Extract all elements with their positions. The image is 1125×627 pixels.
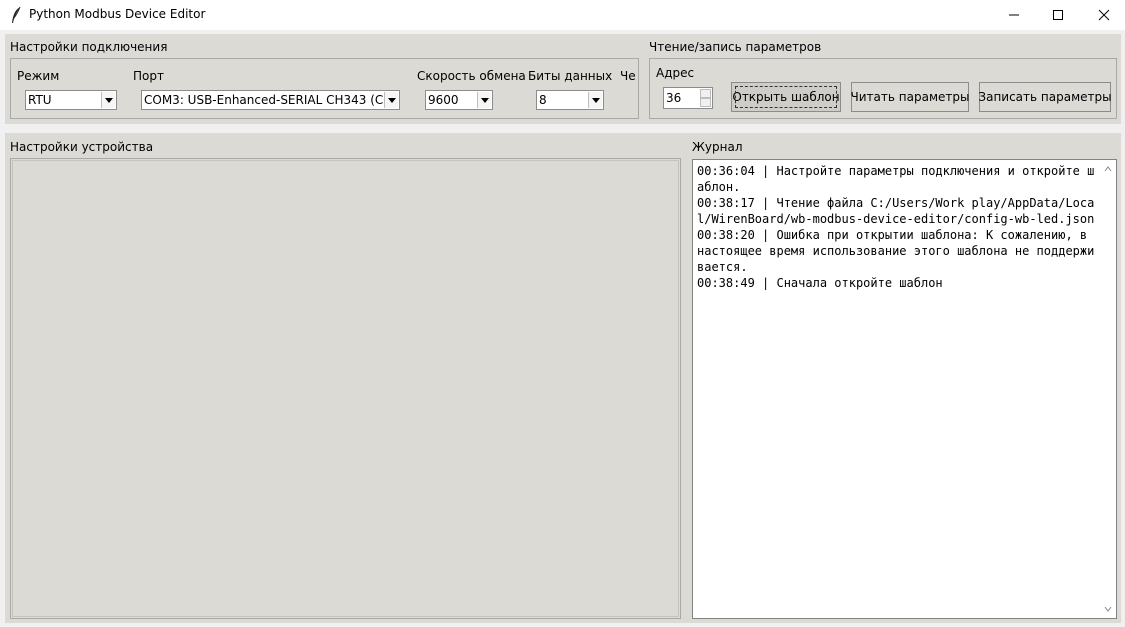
chevron-down-icon[interactable] — [384, 92, 398, 108]
minimize-icon — [1009, 14, 1019, 16]
write-params-label: Записать параметры — [978, 90, 1112, 104]
chevron-down-icon[interactable] — [588, 92, 602, 108]
maximize-icon — [1053, 10, 1063, 20]
connection-group-label: Настройки подключения — [10, 40, 168, 54]
rw-group-label: Чтение/запись параметров — [649, 40, 822, 54]
address-label: Адрес — [656, 66, 695, 80]
spin-down-icon[interactable] — [700, 98, 711, 107]
close-icon — [1098, 9, 1110, 21]
address-spinbox[interactable]: 36 — [663, 87, 713, 109]
window-title: Python Modbus Device Editor — [29, 7, 206, 21]
log-line: 00:38:20 | Ошибка при открытии шаблона: … — [697, 228, 1095, 274]
device-settings-area — [10, 158, 681, 619]
log-scrollbar[interactable] — [1100, 160, 1116, 618]
parity-label: Че — [620, 69, 636, 83]
mode-combobox[interactable]: RTU — [25, 90, 117, 110]
read-params-label: Читать параметры — [850, 90, 970, 104]
log-line: 00:38:17 | Чтение файла C:/Users/Work pl… — [697, 196, 1095, 226]
read-params-button[interactable]: Читать параметры — [851, 82, 969, 112]
baud-label: Скорость обмена — [417, 69, 526, 83]
focus-ring — [735, 86, 837, 108]
databits-combobox[interactable]: 8 — [536, 90, 604, 110]
log-group-label: Журнал — [692, 140, 743, 154]
databits-label: Биты данных — [528, 69, 613, 83]
port-value: COM3: USB-Enhanced-SERIAL CH343 (COM3) — [144, 93, 385, 107]
rw-frame: Адрес 36 Открыть шаблон Читать параметры… — [649, 58, 1117, 119]
baud-combobox[interactable]: 9600 — [425, 90, 493, 110]
open-template-button[interactable]: Открыть шаблон — [731, 82, 841, 112]
log-line: 00:38:49 | Сначала откройте шаблон — [697, 276, 943, 290]
log-line: 00:36:04 | Настройте параметры подключен… — [697, 164, 1095, 194]
maximize-button[interactable] — [1035, 0, 1081, 30]
baud-value: 9600 — [428, 93, 459, 107]
write-params-button[interactable]: Записать параметры — [978, 82, 1112, 112]
chevron-up-icon[interactable] — [1104, 166, 1112, 172]
device-group-label: Настройки устройства — [10, 140, 154, 154]
chevron-down-icon[interactable] — [101, 92, 115, 108]
title-bar: Python Modbus Device Editor — [0, 0, 1125, 30]
chevron-down-icon[interactable] — [1104, 606, 1112, 612]
log-content: 00:36:04 | Настройте параметры подключен… — [697, 163, 1098, 291]
mode-value: RTU — [28, 93, 52, 107]
databits-value: 8 — [539, 93, 547, 107]
feather-icon — [12, 6, 21, 23]
connection-frame: Режим RTU Порт COM3: USB-Enhanced-SERIAL… — [10, 58, 639, 119]
port-label: Порт — [133, 69, 164, 83]
port-combobox[interactable]: COM3: USB-Enhanced-SERIAL CH343 (COM3) — [141, 90, 400, 110]
chevron-down-icon[interactable] — [477, 92, 491, 108]
address-value: 36 — [666, 91, 682, 105]
mode-label: Режим — [17, 69, 60, 83]
minimize-button[interactable] — [991, 0, 1037, 30]
log-textbox[interactable]: 00:36:04 | Настройте параметры подключен… — [692, 159, 1117, 619]
spin-up-icon[interactable] — [700, 89, 711, 98]
close-button[interactable] — [1081, 0, 1125, 30]
